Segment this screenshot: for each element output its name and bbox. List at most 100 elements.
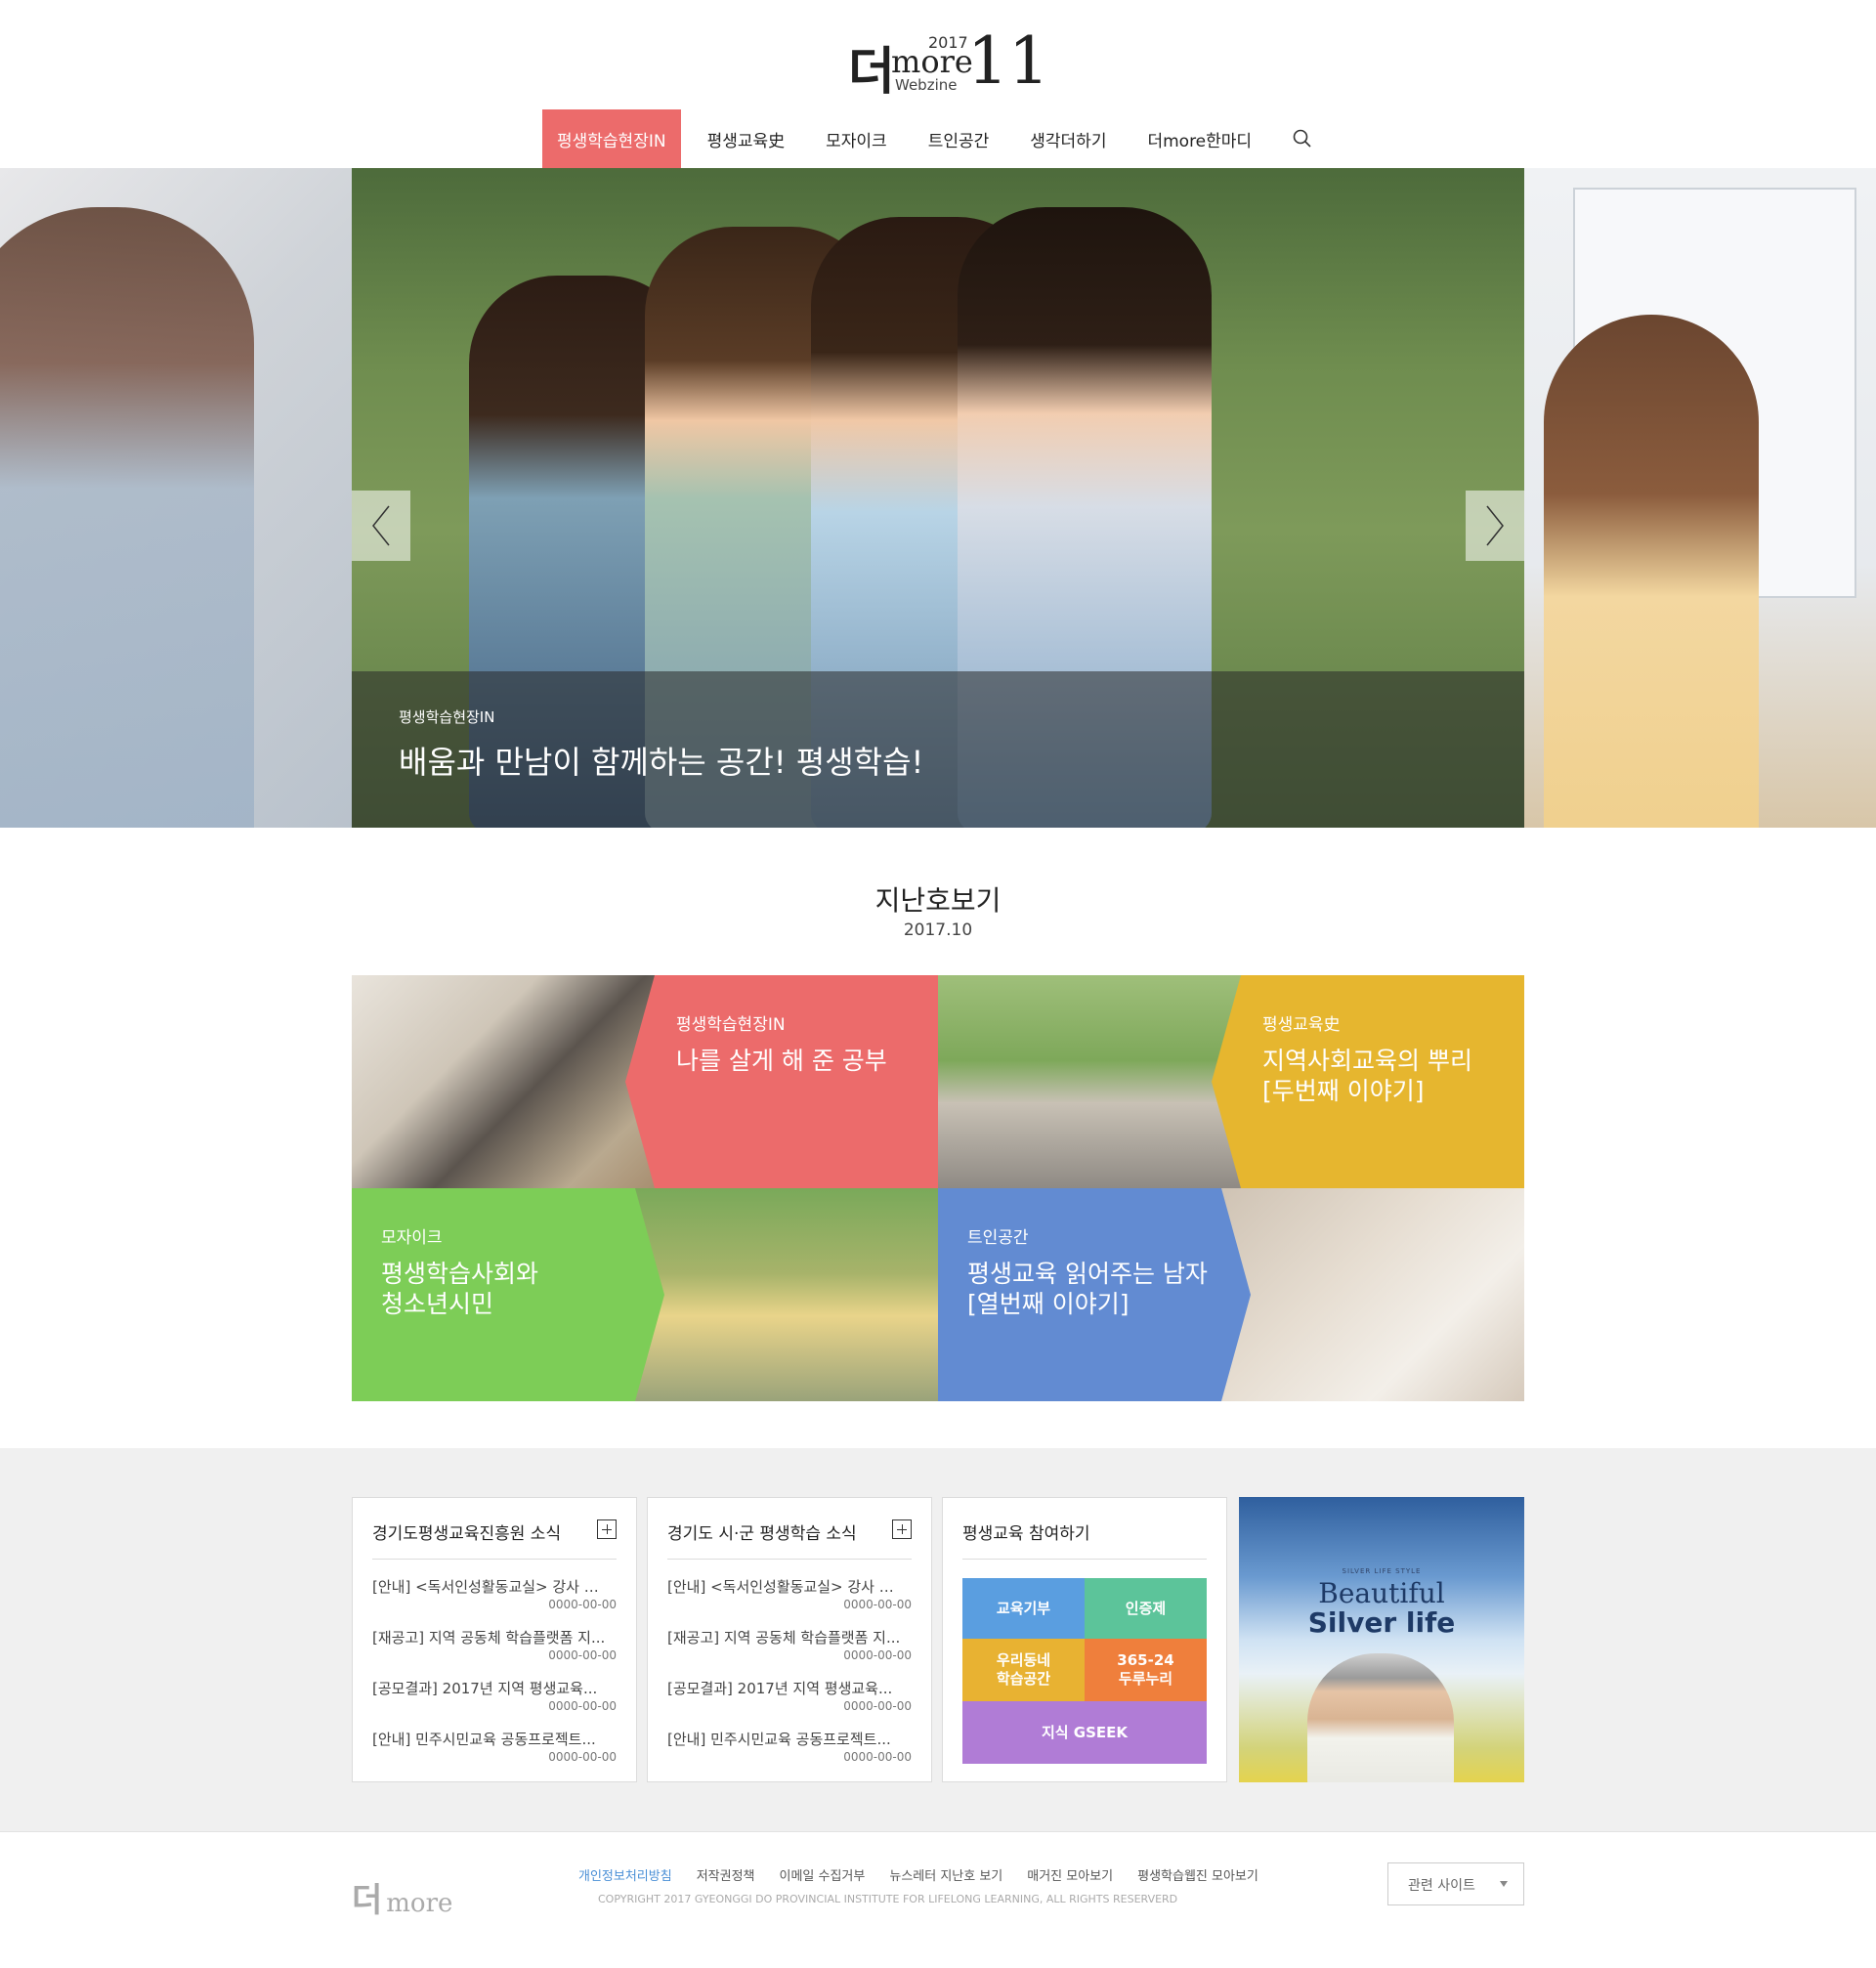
card-divider	[372, 1559, 617, 1560]
main-nav: 평생학습현장IN 평생교육史 모자이크 트인공간 생각더하기 더more한마디	[542, 109, 1313, 168]
news-item[interactable]: [안내] <독서인성활동교실> 강사 모... 0000-00-00	[667, 1576, 912, 1611]
site-header: 더 2017 more Webzine 11 평생학습현장IN 평생교육史 모자…	[0, 0, 1876, 168]
nav-item-lifelong-field[interactable]: 평생학습현장IN	[542, 109, 681, 168]
slider-prev-button[interactable]	[352, 491, 410, 561]
news-card-institute: 경기도평생교육진흥원 소식 [안내] <독서인성활동교실> 강사 모... 00…	[352, 1497, 637, 1782]
news-item-date: 0000-00-00	[843, 1750, 912, 1764]
newsletter-archive-link[interactable]: 뉴스레터 지난호 보기	[889, 1865, 1002, 1884]
slider-next-button[interactable]	[1466, 491, 1524, 561]
news-item[interactable]: [안내] 민주시민교육 공동프로젝트... 0000-00-00	[372, 1729, 617, 1764]
news-item[interactable]: [안내] <독서인성활동교실> 강사 모... 0000-00-00	[372, 1576, 617, 1611]
tile-arrow-shape	[625, 975, 938, 1188]
tile-title: 나를 살게 해 준 공부	[676, 1047, 887, 1075]
copyright-policy-link[interactable]: 저작권정책	[697, 1865, 755, 1884]
tile-panel: 평생교육史 지역사회교육의 뿌리 [두번째 이야기]	[1212, 975, 1524, 1188]
info-band: 경기도평생교육진흥원 소식 [안내] <독서인성활동교실> 강사 모... 00…	[0, 1448, 1876, 1831]
tile-category: 평생학습현장IN	[676, 1015, 786, 1035]
chevron-right-icon	[1486, 505, 1504, 546]
news-item-title: [안내] 민주시민교육 공동프로젝트...	[667, 1731, 891, 1748]
silver-life-banner[interactable]: SILVER LIFE STYLE Beautiful Silver life	[1239, 1497, 1524, 1782]
tile-title: 지역사회교육의 뿌리 [두번째 이야기]	[1262, 1047, 1472, 1105]
caret-down-icon	[1500, 1881, 1508, 1887]
news-item[interactable]: [안내] 민주시민교육 공동프로젝트... 0000-00-00	[667, 1729, 912, 1764]
news-item-date: 0000-00-00	[843, 1648, 912, 1662]
article-tile[interactable]: 평생교육史 지역사회교육의 뿌리 [두번째 이야기]	[938, 975, 1524, 1188]
news-item-title: [공모결과] 2017년 지역 평생교육...	[372, 1680, 598, 1697]
hero-woman-image	[0, 207, 254, 828]
footer-logo-korean: 더	[352, 1881, 383, 1920]
card-divider	[667, 1559, 912, 1560]
neighborhood-space-button[interactable]: 우리동네 학습공간	[962, 1639, 1085, 1701]
hero-category: 평생학습현장IN	[399, 708, 495, 726]
durunuri-button[interactable]: 365-24 두루누리	[1085, 1639, 1207, 1701]
tile-category: 모자이크	[381, 1228, 443, 1248]
card-title: 평생교육 참여하기	[962, 1524, 1090, 1544]
back-issue-grid: 평생학습현장IN 나를 살게 해 준 공부 평생교육史 지역사회교육의 뿌리 […	[352, 975, 1524, 1401]
news-item-title: [안내] <독서인성활동교실> 강사 모...	[372, 1578, 607, 1596]
card-title: 경기도 시·군 평생학습 소식	[667, 1524, 857, 1544]
donation-button[interactable]: 교육기부	[962, 1578, 1085, 1639]
footer-links: 개인정보처리방침 저작권정책 이메일 수집거부 뉴스레터 지난호 보기 매거진 …	[578, 1865, 1283, 1884]
news-item-date: 0000-00-00	[843, 1699, 912, 1713]
hero-caption: 평생학습현장IN 배움과 만남이 함께하는 공간! 평생학습!	[352, 671, 1524, 828]
hero-next-slide-preview	[1524, 168, 1876, 828]
tile-title: 평생학습사회와 청소년시민	[381, 1260, 539, 1318]
news-item[interactable]: [재공고] 지역 공동체 학습플랫폼 지... 0000-00-00	[667, 1627, 912, 1662]
nav-item-open-space[interactable]: 트인공간	[914, 109, 1004, 168]
chevron-left-icon	[372, 505, 390, 546]
footer-logo[interactable]: 더 more	[352, 1873, 452, 1921]
banner-subtitle: SILVER LIFE STYLE	[1342, 1567, 1422, 1575]
privacy-policy-link[interactable]: 개인정보처리방침	[578, 1865, 672, 1884]
tile-category: 트인공간	[967, 1228, 1029, 1248]
news-item-title: [재공고] 지역 공동체 학습플랫폼 지...	[372, 1629, 606, 1647]
magazine-archive-link[interactable]: 매거진 모아보기	[1027, 1865, 1113, 1884]
logo-issue-number: 11	[967, 23, 1049, 99]
site-footer: 더 more 개인정보처리방침 저작권정책 이메일 수집거부 뉴스레터 지난호 보…	[0, 1831, 1876, 1968]
plus-icon[interactable]	[892, 1519, 912, 1539]
tile-title: 평생교육 읽어주는 남자 [열번째 이야기]	[967, 1260, 1208, 1318]
tile-category: 평생교육史	[1262, 1015, 1341, 1035]
hero-slider: 평생학습현장IN 배움과 만남이 함께하는 공간! 평생학습!	[0, 168, 1876, 828]
certification-button[interactable]: 인증제	[1085, 1578, 1207, 1639]
article-tile[interactable]: 트인공간 평생교육 읽어주는 남자 [열번째 이야기]	[938, 1188, 1524, 1401]
participate-card: 평생교육 참여하기 교육기부 인증제 우리동네 학습공간 365-24 두루누리…	[942, 1497, 1227, 1782]
news-item-title: [안내] 민주시민교육 공동프로젝트...	[372, 1731, 596, 1748]
seniors-photo	[635, 1188, 938, 1401]
hero-girl-image	[1544, 315, 1759, 828]
copyright-text: COPYRIGHT 2017 GYEONGGI DO PROVINCIAL IN…	[598, 1893, 1178, 1905]
hero-main-slide[interactable]: 평생학습현장IN 배움과 만남이 함께하는 공간! 평생학습!	[352, 168, 1524, 828]
back-issue-title: 지난호보기	[874, 884, 1002, 917]
news-item-title: [공모결과] 2017년 지역 평생교육...	[667, 1680, 893, 1697]
article-tile[interactable]: 모자이크 평생학습사회와 청소년시민	[352, 1188, 938, 1401]
nav-item-mosaic[interactable]: 모자이크	[811, 109, 902, 168]
tile-panel: 트인공간 평생교육 읽어주는 남자 [열번째 이야기]	[938, 1188, 1251, 1401]
webzine-archive-link[interactable]: 평생학습웹진 모아보기	[1137, 1865, 1258, 1884]
news-item-title: [재공고] 지역 공동체 학습플랫폼 지...	[667, 1629, 901, 1647]
news-item-date: 0000-00-00	[548, 1699, 617, 1713]
news-item[interactable]: [재공고] 지역 공동체 학습플랫폼 지... 0000-00-00	[372, 1627, 617, 1662]
tile-panel: 모자이크 평생학습사회와 청소년시민	[352, 1188, 664, 1401]
article-tile[interactable]: 평생학습현장IN 나를 살게 해 준 공부	[352, 975, 938, 1188]
writing-hand-photo	[1221, 1188, 1524, 1401]
logo-korean: 더	[848, 42, 895, 102]
news-card-cities: 경기도 시·군 평생학습 소식 [안내] <독서인성활동교실> 강사 모... …	[647, 1497, 932, 1782]
related-sites-label: 관련 사이트	[1408, 1878, 1475, 1894]
nav-item-think-more[interactable]: 생각더하기	[1015, 109, 1121, 168]
hero-headline[interactable]: 배움과 만남이 함께하는 공간! 평생학습!	[399, 738, 923, 783]
webzine-logo[interactable]: 더 2017 more Webzine 11	[848, 29, 1049, 102]
news-item[interactable]: [공모결과] 2017년 지역 평생교육... 0000-00-00	[667, 1678, 912, 1713]
related-sites-select[interactable]: 관련 사이트	[1387, 1862, 1524, 1905]
news-item-date: 0000-00-00	[548, 1598, 617, 1611]
logo-more: more	[891, 43, 973, 80]
search-icon[interactable]	[1292, 128, 1313, 150]
logo-webzine: Webzine	[895, 76, 958, 94]
banner-title-line2: Silver life	[1307, 1606, 1456, 1639]
email-refusal-link[interactable]: 이메일 수집거부	[780, 1865, 866, 1884]
back-issue-date: 2017.10	[903, 920, 973, 940]
news-item[interactable]: [공모결과] 2017년 지역 평생교육... 0000-00-00	[372, 1678, 617, 1713]
news-item-title: [안내] <독서인성활동교실> 강사 모...	[667, 1578, 902, 1596]
nav-item-history[interactable]: 평생교육史	[693, 109, 800, 168]
gseek-button[interactable]: 지식 GSEEK	[962, 1701, 1207, 1764]
nav-item-more-word[interactable]: 더more한마디	[1132, 109, 1266, 168]
plus-icon[interactable]	[597, 1519, 617, 1539]
